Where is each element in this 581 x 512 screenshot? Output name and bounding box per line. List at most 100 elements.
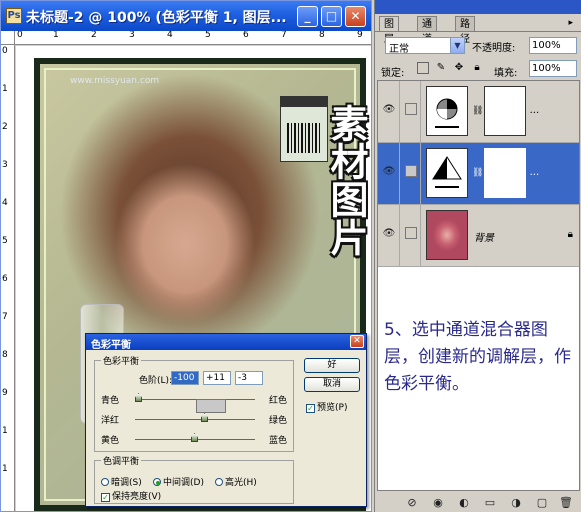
panel-titlebar[interactable]: [375, 0, 581, 14]
chevron-down-icon[interactable]: ▼: [450, 38, 464, 53]
mask-link-icon[interactable]: ⛓︎: [472, 103, 483, 119]
layer-mask-thumbnail[interactable]: [484, 148, 526, 198]
level-input-cyan-red[interactable]: -100: [171, 371, 199, 385]
radio-button[interactable]: [101, 478, 109, 486]
new-layer-icon[interactable]: ▢: [535, 496, 549, 509]
layer-row[interactable]: 👁︎ ⛓︎ ...: [378, 143, 579, 205]
ruler-origin[interactable]: [1, 31, 15, 45]
preview-checkbox[interactable]: ✓ 预览(P): [306, 400, 347, 413]
barcode-graphic: [280, 96, 328, 162]
lock-transparency-icon[interactable]: [417, 62, 429, 74]
slider-thumb[interactable]: [201, 413, 208, 422]
ruler-number: 5: [205, 31, 211, 40]
ok-button[interactable]: 好: [304, 358, 360, 373]
checkbox-label: 保持亮度(V): [112, 492, 162, 502]
slider-right-label: 蓝色: [268, 436, 287, 446]
group-label: 色彩平衡: [101, 354, 142, 367]
lock-icon: 🔒︎: [567, 229, 573, 240]
dialog-titlebar[interactable]: 色彩平衡 ✕: [86, 334, 366, 351]
ruler-number: 9: [357, 31, 363, 40]
lock-pixels-brush-icon[interactable]: ✎: [435, 62, 447, 74]
radio-button[interactable]: [153, 478, 161, 486]
fill-input[interactable]: 100%: [529, 60, 577, 77]
ruler-number: 0: [2, 46, 8, 56]
maximize-button[interactable]: □: [321, 6, 342, 27]
tone-balance-group: 色调平衡 暗调(S) 中间调(D) 高光(H) ✓ 保持亮度(V): [94, 454, 294, 504]
blend-mode-value: 正常: [389, 44, 409, 55]
level-input-magenta-green[interactable]: +11: [203, 371, 231, 385]
layer-name: ...: [530, 167, 540, 178]
radio-shadows[interactable]: 暗调(S): [101, 475, 142, 488]
group-label: 色调平衡: [101, 454, 142, 467]
color-balance-dialog: 色彩平衡 ✕ 色彩平衡 色阶(L): -100 +11 -3 青色 红色 洋红 …: [85, 333, 367, 507]
radio-label: 暗调(S): [111, 478, 142, 488]
radio-midtones[interactable]: 中间调(D): [153, 475, 204, 488]
panel-menu-arrow-icon[interactable]: ▸: [568, 18, 573, 28]
slider-thumb[interactable]: [135, 393, 142, 402]
lock-position-move-icon[interactable]: ✥: [453, 62, 465, 74]
lock-all-icon[interactable]: 🔒︎: [471, 62, 483, 74]
close-button[interactable]: ✕: [345, 6, 366, 27]
adjustment-layer-thumbnail[interactable]: [426, 86, 468, 136]
adjustment-layer-thumbnail[interactable]: [426, 148, 468, 198]
layer-link-toggle[interactable]: [405, 103, 417, 115]
add-mask-icon[interactable]: ◐: [457, 496, 471, 509]
ruler-number: 4: [2, 198, 8, 208]
document-titlebar[interactable]: Ps 未标题-2 @ 100% (色彩平衡 1, 图层... _ □ ✕: [1, 1, 371, 31]
ruler-number: 1: [2, 426, 8, 436]
mouse-cursor-highlight: [196, 399, 226, 413]
color-balance-group: 色彩平衡 色阶(L): -100 +11 -3 青色 红色 洋红 绿色 黄色 蓝…: [94, 354, 294, 452]
slider-track[interactable]: [135, 399, 255, 400]
cancel-button[interactable]: 取消: [304, 377, 360, 392]
new-group-folder-icon[interactable]: ▭: [483, 496, 497, 509]
opacity-input[interactable]: 100%: [529, 37, 577, 54]
opacity-label: 不透明度:: [472, 43, 516, 54]
eye-visibility-icon[interactable]: 👁︎: [382, 105, 396, 115]
radio-highlights[interactable]: 高光(H): [215, 475, 257, 488]
slider-thumb[interactable]: [191, 433, 198, 442]
mask-link-icon[interactable]: ⛓︎: [472, 165, 483, 181]
ruler-number: 3: [2, 160, 8, 170]
checkbox-check-icon[interactable]: ✓: [101, 493, 110, 502]
layer-name: ...: [530, 105, 540, 116]
lock-label: 锁定:: [381, 68, 405, 79]
layer-row[interactable]: 👁︎ ⛓︎ ...: [378, 81, 579, 143]
dialog-close-button[interactable]: ✕: [350, 335, 364, 348]
document-window: Ps 未标题-2 @ 100% (色彩平衡 1, 图层... _ □ ✕ 0 1…: [0, 0, 372, 512]
radio-label: 中间调(D): [163, 478, 204, 488]
layers-list: 👁︎ ⛓︎ ... 👁︎ ⛓︎ ... 👁︎ 背景 🔒︎ 5、选中通道混合器图层…: [377, 80, 580, 491]
tab-paths[interactable]: 路径: [455, 16, 475, 45]
level-input-yellow-blue[interactable]: -3: [235, 371, 263, 385]
slider-track[interactable]: [135, 419, 255, 420]
add-layer-style-icon[interactable]: ◉: [431, 496, 445, 509]
layer-link-toggle[interactable]: [405, 227, 417, 239]
new-adjustment-layer-icon[interactable]: ◑: [509, 496, 523, 509]
checkbox-check-icon[interactable]: ✓: [306, 404, 315, 413]
minimize-button[interactable]: _: [297, 6, 318, 27]
blend-mode-select[interactable]: 正常 ▼: [385, 37, 465, 55]
document-title: 未标题-2 @ 100% (色彩平衡 1, 图层...: [26, 10, 287, 25]
layer-row[interactable]: 👁︎ 背景 🔒︎: [378, 205, 579, 267]
tab-layers[interactable]: 图层: [379, 16, 399, 45]
link-layers-icon[interactable]: ⊘: [405, 496, 419, 509]
ruler-number: 2: [2, 122, 8, 132]
cyan-red-slider[interactable]: 青色 红色: [101, 393, 287, 406]
layer-mask-thumbnail[interactable]: [484, 86, 526, 136]
background-layer-thumbnail[interactable]: [426, 210, 468, 260]
layers-panel: 图层 通道 路径 ▸ 正常 ▼ 不透明度: 100% 锁定: ✎ ✥ 🔒︎ 填充…: [374, 0, 581, 512]
radio-label: 高光(H): [225, 478, 257, 488]
ruler-number: 7: [281, 31, 287, 40]
yellow-blue-slider[interactable]: 黄色 蓝色: [101, 433, 287, 446]
radio-button[interactable]: [215, 478, 223, 486]
eye-visibility-icon[interactable]: 👁︎: [382, 167, 396, 177]
delete-layer-trash-icon[interactable]: 🗑︎: [559, 496, 573, 509]
eye-visibility-icon[interactable]: 👁︎: [382, 229, 396, 239]
horizontal-ruler[interactable]: 0 1 2 3 4 5 6 7 8 9: [15, 31, 371, 45]
layer-brush-indicator[interactable]: [405, 165, 417, 177]
vertical-ruler[interactable]: 0 1 2 3 4 5 6 7 8 9 1 1: [1, 45, 15, 511]
preserve-luminosity-checkbox[interactable]: ✓ 保持亮度(V): [101, 489, 162, 502]
slider-left-label: 青色: [101, 396, 120, 406]
ruler-number: 8: [319, 31, 325, 40]
tab-channels[interactable]: 通道: [417, 16, 437, 45]
magenta-green-slider[interactable]: 洋红 绿色: [101, 413, 287, 426]
